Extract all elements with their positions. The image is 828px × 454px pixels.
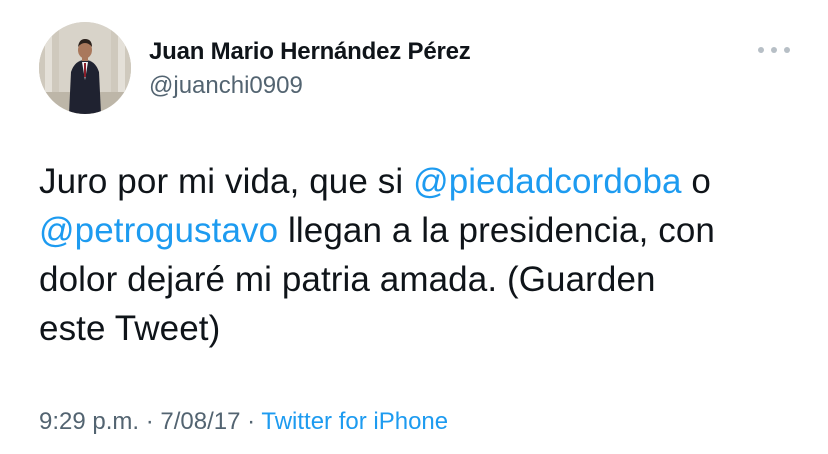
tweet-source[interactable]: Twitter for iPhone	[261, 408, 448, 435]
tweet-card: Juan Mario Hernández Pérez @juanchi0909 …	[0, 0, 828, 454]
tweet-line-2: @petrogustavo llegan a la presidencia, c…	[39, 206, 799, 255]
profile-photo-icon	[39, 22, 131, 114]
tweet-text-segment: Juro por mi vida, que si	[39, 162, 414, 201]
tweet-text-segment: o	[681, 162, 711, 201]
more-dot	[758, 47, 764, 53]
more-dot	[771, 47, 777, 53]
mention-link-petrogustavo[interactable]: @petrogustavo	[39, 211, 278, 250]
tweet-line-3: dolor dejaré mi patria amada. (Guarden	[39, 260, 656, 299]
separator: ·	[139, 408, 161, 435]
tweet-line-1: Juro por mi vida, que si @piedadcordoba …	[39, 157, 799, 206]
mention-link-piedadcordoba[interactable]: @piedadcordoba	[413, 162, 682, 201]
tweet-text: Juro por mi vida, que si @piedadcordoba …	[39, 157, 799, 353]
tweet-date[interactable]: 7/08/17	[160, 408, 240, 435]
avatar[interactable]	[39, 22, 131, 114]
tweet-time[interactable]: 9:29 p.m.	[39, 408, 139, 435]
tweet-metadata: 9:29 p.m. · 7/08/17 · Twitter for iPhone	[39, 408, 448, 436]
author-display-name[interactable]: Juan Mario Hernández Pérez	[149, 38, 471, 66]
separator: ·	[240, 408, 262, 435]
more-dot	[784, 47, 790, 53]
author-handle[interactable]: @juanchi0909	[149, 72, 303, 100]
tweet-text-segment: llegan a la presidencia, con	[278, 211, 715, 250]
more-icon[interactable]	[758, 40, 790, 60]
tweet-line-4: este Tweet)	[39, 309, 221, 348]
